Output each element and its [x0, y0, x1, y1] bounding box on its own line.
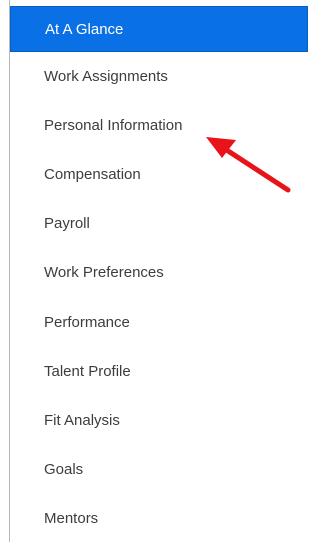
nav-item-fit-analysis[interactable]: Fit Analysis: [10, 396, 308, 445]
nav-item-work-assignments[interactable]: Work Assignments: [10, 52, 308, 101]
nav-item-work-preferences[interactable]: Work Preferences: [10, 248, 308, 297]
nav-item-goals[interactable]: Goals: [10, 445, 308, 494]
nav-item-at-a-glance[interactable]: At A Glance: [10, 6, 308, 52]
red-arrow-icon: [206, 137, 291, 193]
page: At A Glance Work Assignments Personal In…: [0, 0, 309, 542]
nav-item-payroll[interactable]: Payroll: [10, 199, 308, 248]
employee-profile-nav: At A Glance Work Assignments Personal In…: [9, 0, 308, 542]
nav-item-talent-profile[interactable]: Talent Profile: [10, 347, 308, 396]
nav-item-mentors[interactable]: Mentors: [10, 494, 308, 542]
nav-item-performance[interactable]: Performance: [10, 298, 308, 347]
